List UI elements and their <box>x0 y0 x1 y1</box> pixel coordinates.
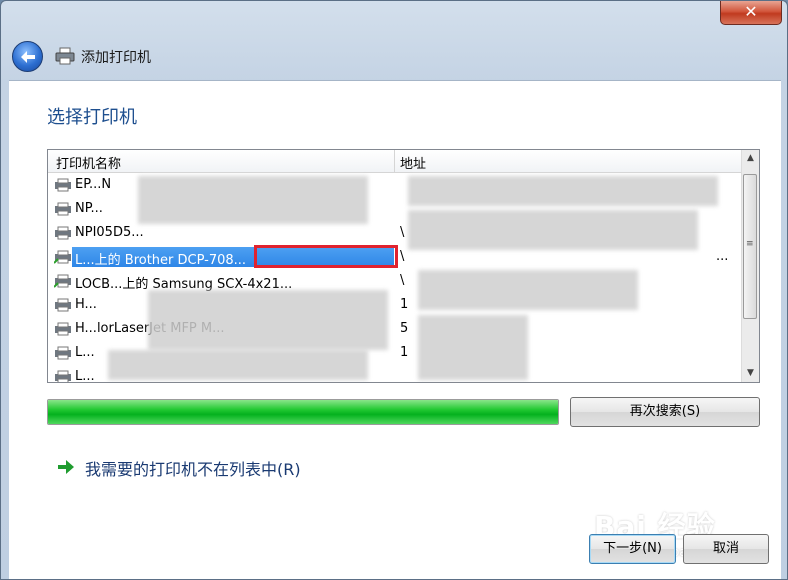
column-separator[interactable] <box>394 150 395 172</box>
privacy-blur <box>108 350 368 380</box>
list-scrollbar[interactable]: ▲ ≡ ▼ <box>741 150 759 382</box>
network-printer-icon <box>55 202 71 216</box>
search-again-button[interactable]: 再次搜索(S) <box>570 397 760 427</box>
back-arrow-icon <box>21 51 35 63</box>
page-heading: 选择打印机 <box>47 107 137 128</box>
printer-list[interactable]: 打印机名称 地址 EP...N NP... NPI05D5... \ L...上… <box>47 149 760 383</box>
printer-address: 1 <box>400 297 409 312</box>
back-button[interactable] <box>12 41 43 72</box>
network-printer-icon <box>55 178 71 192</box>
progress-fill <box>48 400 558 424</box>
printer-address: \ <box>400 249 405 264</box>
privacy-blur <box>418 270 638 310</box>
green-arrow-icon <box>58 460 74 474</box>
scroll-thumb[interactable]: ≡ <box>743 174 757 319</box>
privacy-blur <box>418 315 528 380</box>
list-header: 打印机名称 地址 <box>48 150 741 173</box>
printer-name: NPI05D5... <box>75 225 144 240</box>
network-printer-icon <box>55 370 71 382</box>
printer-name: L... <box>75 369 95 383</box>
next-button[interactable]: 下一步(N) <box>589 534 676 564</box>
printer-address: \ <box>400 225 405 240</box>
privacy-blur <box>138 176 368 224</box>
network-printer-icon <box>55 346 71 360</box>
shared-printer-icon <box>54 274 71 288</box>
close-button[interactable]: ✕ <box>720 1 782 25</box>
cancel-button[interactable]: 取消 <box>683 534 769 564</box>
printer-name: L... <box>75 345 95 360</box>
privacy-blur <box>408 210 698 250</box>
privacy-blur <box>408 176 718 206</box>
grip-icon: ≡ <box>746 239 754 249</box>
column-header-address[interactable]: 地址 <box>400 153 426 172</box>
printer-name: EP...N <box>75 177 112 192</box>
scroll-down-arrow-icon[interactable]: ▼ <box>742 365 759 382</box>
content-panel: 选择打印机 打印机名称 地址 EP...N NP... NPI05D5... \… <box>9 80 781 579</box>
network-printer-icon <box>55 322 71 336</box>
printer-name: NP... <box>75 201 103 216</box>
printer-not-listed-label: 我需要的打印机不在列表中(R) <box>85 460 301 479</box>
printer-address: 1 <box>400 345 409 360</box>
printer-icon <box>55 47 75 65</box>
privacy-blur <box>148 290 388 350</box>
column-header-name[interactable]: 打印机名称 <box>56 153 121 172</box>
search-progress-bar <box>47 399 559 425</box>
printer-address: 5 <box>400 321 409 336</box>
printer-address: \ <box>400 273 405 288</box>
printer-name: H... <box>75 297 97 312</box>
window-title: 添加打印机 <box>81 50 151 66</box>
red-annotation-box <box>254 245 398 268</box>
network-printer-icon <box>55 298 71 312</box>
shared-printer-icon <box>54 250 71 264</box>
printer-name: L...上的 Brother DCP-708... <box>75 253 247 268</box>
add-printer-window: ✕ 添加打印机 选择打印机 打印机名称 地址 EP...N NP... NPI0… <box>0 0 788 580</box>
truncation-ellipsis: ... <box>716 249 729 264</box>
network-printer-icon <box>55 226 71 240</box>
scroll-up-arrow-icon[interactable]: ▲ <box>742 150 759 167</box>
